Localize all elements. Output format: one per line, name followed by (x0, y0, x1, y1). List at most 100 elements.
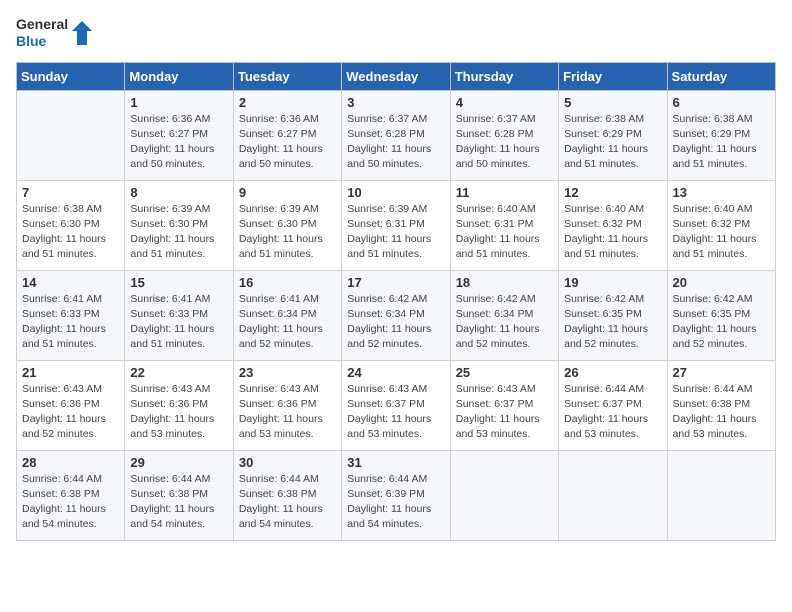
calendar-cell: 19 Sunrise: 6:42 AMSunset: 6:35 PMDayligh… (559, 270, 667, 360)
calendar-cell: 15 Sunrise: 6:41 AMSunset: 6:33 PMDayligh… (125, 270, 233, 360)
calendar-cell (450, 450, 558, 540)
weekday-header: Friday (559, 62, 667, 90)
day-number: 5 (564, 95, 661, 110)
day-number: 21 (22, 365, 119, 380)
day-info: Sunrise: 6:44 AMSunset: 6:37 PMDaylight:… (564, 382, 661, 443)
calendar-cell: 29 Sunrise: 6:44 AMSunset: 6:38 PMDayligh… (125, 450, 233, 540)
day-info: Sunrise: 6:39 AMSunset: 6:31 PMDaylight:… (347, 202, 444, 263)
calendar-cell: 26 Sunrise: 6:44 AMSunset: 6:37 PMDayligh… (559, 360, 667, 450)
day-info: Sunrise: 6:41 AMSunset: 6:33 PMDaylight:… (130, 292, 227, 353)
day-number: 31 (347, 455, 444, 470)
day-info: Sunrise: 6:39 AMSunset: 6:30 PMDaylight:… (130, 202, 227, 263)
day-number: 8 (130, 185, 227, 200)
calendar-week-row: 7 Sunrise: 6:38 AMSunset: 6:30 PMDaylight… (17, 180, 776, 270)
calendar-cell: 13 Sunrise: 6:40 AMSunset: 6:32 PMDayligh… (667, 180, 775, 270)
day-number: 13 (673, 185, 770, 200)
calendar-cell: 21 Sunrise: 6:43 AMSunset: 6:36 PMDayligh… (17, 360, 125, 450)
day-number: 7 (22, 185, 119, 200)
day-info: Sunrise: 6:38 AMSunset: 6:29 PMDaylight:… (564, 112, 661, 173)
day-info: Sunrise: 6:43 AMSunset: 6:37 PMDaylight:… (347, 382, 444, 443)
logo-text: GeneralBlue (16, 16, 68, 50)
day-info: Sunrise: 6:38 AMSunset: 6:29 PMDaylight:… (673, 112, 770, 173)
calendar-cell: 4 Sunrise: 6:37 AMSunset: 6:28 PMDaylight… (450, 90, 558, 180)
weekday-row: SundayMondayTuesdayWednesdayThursdayFrid… (17, 62, 776, 90)
calendar-cell (17, 90, 125, 180)
calendar-cell: 22Sunrise: 6:43 AMSunset: 6:36 PMDayligh… (125, 360, 233, 450)
day-info: Sunrise: 6:40 AMSunset: 6:31 PMDaylight:… (456, 202, 553, 263)
calendar-cell: 9Sunrise: 6:39 AMSunset: 6:30 PMDaylight… (233, 180, 341, 270)
logo: GeneralBlue (16, 16, 92, 50)
day-info: Sunrise: 6:36 AMSunset: 6:27 PMDaylight:… (239, 112, 336, 173)
calendar-header: SundayMondayTuesdayWednesdayThursdayFrid… (17, 62, 776, 90)
calendar-cell: 20 Sunrise: 6:42 AMSunset: 6:35 PMDayligh… (667, 270, 775, 360)
calendar-cell: 6 Sunrise: 6:38 AMSunset: 6:29 PMDaylight… (667, 90, 775, 180)
calendar-cell: 10 Sunrise: 6:39 AMSunset: 6:31 PMDayligh… (342, 180, 450, 270)
day-number: 12 (564, 185, 661, 200)
calendar-cell: 17Sunrise: 6:42 AMSunset: 6:34 PMDayligh… (342, 270, 450, 360)
day-number: 30 (239, 455, 336, 470)
day-info: Sunrise: 6:40 AMSunset: 6:32 PMDaylight:… (673, 202, 770, 263)
day-info: Sunrise: 6:43 AMSunset: 6:36 PMDaylight:… (130, 382, 227, 443)
weekday-header: Saturday (667, 62, 775, 90)
day-number: 28 (22, 455, 119, 470)
calendar-cell: 11 Sunrise: 6:40 AMSunset: 6:31 PMDayligh… (450, 180, 558, 270)
calendar-week-row: 28 Sunrise: 6:44 AMSunset: 6:38 PMDayligh… (17, 450, 776, 540)
page-header: GeneralBlue (16, 16, 776, 50)
day-info: Sunrise: 6:44 AMSunset: 6:38 PMDaylight:… (673, 382, 770, 443)
day-number: 10 (347, 185, 444, 200)
day-number: 29 (130, 455, 227, 470)
day-number: 25 (456, 365, 553, 380)
day-info: Sunrise: 6:41 AMSunset: 6:33 PMDaylight:… (22, 292, 119, 353)
calendar-cell: 30Sunrise: 6:44 AMSunset: 6:38 PMDayligh… (233, 450, 341, 540)
day-info: Sunrise: 6:42 AMSunset: 6:34 PMDaylight:… (456, 292, 553, 353)
weekday-header: Tuesday (233, 62, 341, 90)
calendar-cell: 18 Sunrise: 6:42 AMSunset: 6:34 PMDayligh… (450, 270, 558, 360)
day-info: Sunrise: 6:43 AMSunset: 6:36 PMDaylight:… (22, 382, 119, 443)
day-info: Sunrise: 6:43 AMSunset: 6:37 PMDaylight:… (456, 382, 553, 443)
day-info: Sunrise: 6:37 AMSunset: 6:28 PMDaylight:… (456, 112, 553, 173)
calendar-cell: 16Sunrise: 6:41 AMSunset: 6:34 PMDayligh… (233, 270, 341, 360)
day-number: 16 (239, 275, 336, 290)
day-number: 26 (564, 365, 661, 380)
day-info: Sunrise: 6:42 AMSunset: 6:35 PMDaylight:… (673, 292, 770, 353)
day-number: 14 (22, 275, 119, 290)
day-number: 6 (673, 95, 770, 110)
day-number: 19 (564, 275, 661, 290)
calendar-cell (667, 450, 775, 540)
day-info: Sunrise: 6:37 AMSunset: 6:28 PMDaylight:… (347, 112, 444, 173)
calendar-week-row: 21 Sunrise: 6:43 AMSunset: 6:36 PMDayligh… (17, 360, 776, 450)
day-number: 11 (456, 185, 553, 200)
calendar-week-row: 1 Sunrise: 6:36 AMSunset: 6:27 PMDaylight… (17, 90, 776, 180)
day-info: Sunrise: 6:38 AMSunset: 6:30 PMDaylight:… (22, 202, 119, 263)
weekday-header: Sunday (17, 62, 125, 90)
day-number: 17 (347, 275, 444, 290)
calendar-table: SundayMondayTuesdayWednesdayThursdayFrid… (16, 62, 776, 541)
weekday-header: Wednesday (342, 62, 450, 90)
calendar-cell: 1Sunrise: 6:36 AMSunset: 6:27 PMDaylight… (125, 90, 233, 180)
day-info: Sunrise: 6:44 AMSunset: 6:39 PMDaylight:… (347, 472, 444, 533)
calendar-cell: 2Sunrise: 6:36 AMSunset: 6:27 PMDaylight… (233, 90, 341, 180)
day-info: Sunrise: 6:44 AMSunset: 6:38 PMDaylight:… (22, 472, 119, 533)
day-number: 24 (347, 365, 444, 380)
calendar-cell (559, 450, 667, 540)
calendar-cell: 12 Sunrise: 6:40 AMSunset: 6:32 PMDayligh… (559, 180, 667, 270)
day-number: 20 (673, 275, 770, 290)
day-number: 18 (456, 275, 553, 290)
day-info: Sunrise: 6:42 AMSunset: 6:35 PMDaylight:… (564, 292, 661, 353)
logo-arrow-icon (72, 19, 92, 47)
day-info: Sunrise: 6:40 AMSunset: 6:32 PMDaylight:… (564, 202, 661, 263)
day-number: 1 (130, 95, 227, 110)
weekday-header: Monday (125, 62, 233, 90)
day-number: 4 (456, 95, 553, 110)
calendar-cell: 23Sunrise: 6:43 AMSunset: 6:36 PMDayligh… (233, 360, 341, 450)
day-number: 27 (673, 365, 770, 380)
calendar-cell: 14 Sunrise: 6:41 AMSunset: 6:33 PMDayligh… (17, 270, 125, 360)
calendar-cell: 25 Sunrise: 6:43 AMSunset: 6:37 PMDayligh… (450, 360, 558, 450)
calendar-week-row: 14 Sunrise: 6:41 AMSunset: 6:33 PMDayligh… (17, 270, 776, 360)
day-number: 23 (239, 365, 336, 380)
day-number: 15 (130, 275, 227, 290)
calendar-cell: 8 Sunrise: 6:39 AMSunset: 6:30 PMDaylight… (125, 180, 233, 270)
day-number: 3 (347, 95, 444, 110)
calendar-cell: 24 Sunrise: 6:43 AMSunset: 6:37 PMDayligh… (342, 360, 450, 450)
day-info: Sunrise: 6:44 AMSunset: 6:38 PMDaylight:… (130, 472, 227, 533)
